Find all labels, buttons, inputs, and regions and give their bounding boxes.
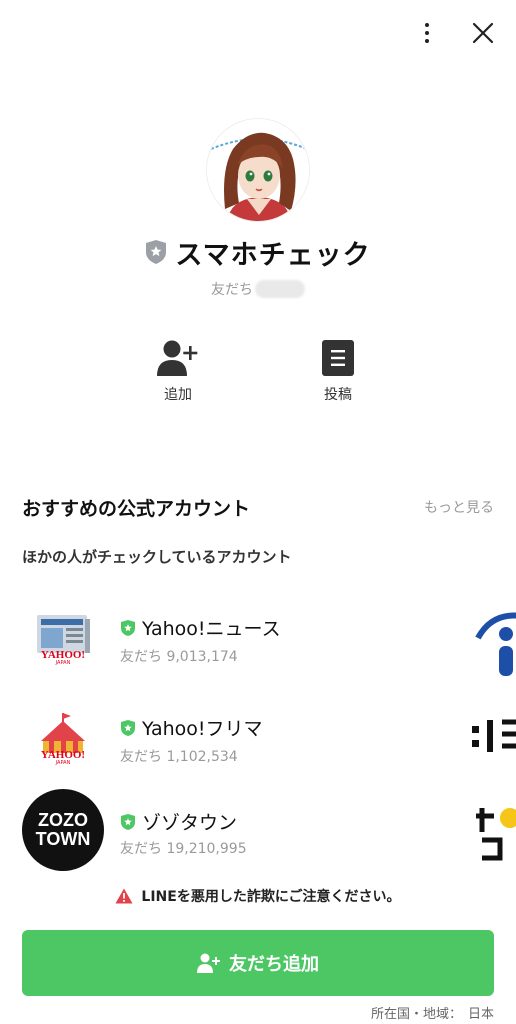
next-card-peek-info[interactable]: [472, 612, 516, 682]
account-name: ゾゾタウン: [142, 812, 238, 834]
partial-logo-icon: [472, 719, 516, 752]
yahoo-logo-sub: JAPAN: [55, 760, 71, 766]
profile-name: スマホチェック: [175, 239, 371, 271]
friend-count: 友だち: [0, 278, 516, 300]
profile-actions: 追加 投稿: [0, 338, 516, 408]
fraud-warning: LINEを悪用した詐欺にご注意ください。: [0, 884, 516, 908]
avatar[interactable]: [206, 118, 310, 222]
more-vertical-icon[interactable]: [410, 18, 444, 48]
region-info: 所在国・地域： 日本: [371, 1003, 494, 1022]
account-name: Yahoo!フリマ: [142, 718, 263, 740]
account-item-yahoo-furima[interactable]: YAHOO! JAPAN Yahoo!フリマ 友だち 1,102,534: [0, 704, 516, 784]
add-friend-label: 友だち追加: [229, 954, 319, 975]
account-friends: 友だち 1,102,534: [120, 749, 238, 765]
recommend-title: おすすめの公式アカウント: [22, 497, 251, 520]
next-card-peek-3[interactable]: [472, 802, 516, 864]
add-friend-icon: [157, 340, 198, 376]
add-action-button[interactable]: 追加: [138, 338, 218, 404]
account-friends: 友だち 19,210,995: [120, 841, 247, 857]
account-friends: 友だち 9,013,174: [120, 649, 238, 665]
account-name: Yahoo!ニュース: [142, 618, 281, 640]
top-bar: [0, 0, 516, 64]
recommend-header: おすすめの公式アカウント もっと見る: [22, 492, 494, 522]
posts-action-button[interactable]: 投稿: [298, 338, 378, 404]
close-icon[interactable]: [466, 16, 500, 50]
yahoo-furima-logo: [22, 704, 104, 784]
yahoo-wordmark-1: YAHOO! JAPAN: [38, 650, 88, 666]
verified-shield-icon: [121, 719, 135, 736]
yahoo-news-logo: [22, 604, 104, 684]
friend-count-label: 友だち: [211, 282, 253, 298]
account-name-line: Yahoo!ニュース: [120, 614, 281, 641]
zozotown-logo: ZOZO TOWN: [22, 789, 104, 871]
add-action-label: 追加: [164, 387, 192, 403]
anime-girl-avatar-icon: [207, 119, 309, 221]
see-more-link[interactable]: もっと見る: [424, 497, 494, 517]
posts-icon: [322, 340, 354, 376]
posts-action-label: 投稿: [324, 387, 352, 403]
account-name-line: ゾゾタウン: [120, 808, 237, 835]
warning-text: LINEを悪用した詐欺にご注意ください。: [141, 889, 401, 905]
account-item-yahoo-news[interactable]: YAHOO! JAPAN Yahoo!ニュース 友だち 9,013,174: [0, 604, 516, 684]
recommend-subtitle: ほかの人がチェックしているアカウント: [22, 548, 292, 566]
account-item-zozotown[interactable]: ZOZO TOWN ゾゾタウン 友だち 19,210,995: [0, 789, 516, 871]
add-friend-button[interactable]: 友だち追加: [22, 930, 494, 996]
next-card-peek-2[interactable]: [472, 712, 516, 782]
town-logo-text: TOWN: [35, 829, 91, 849]
account-name-line: Yahoo!フリマ: [120, 714, 263, 741]
zozo-logo-text: ZOZO: [38, 810, 88, 831]
friend-count-redacted: [255, 280, 305, 298]
verified-shield-icon: [121, 813, 135, 830]
zozotown-circle: ZOZO TOWN: [22, 789, 104, 871]
profile-name-row: スマホチェック: [0, 232, 516, 272]
yahoo-logo-sub: JAPAN: [55, 660, 71, 666]
add-friend-icon: [197, 953, 220, 973]
region-value: 日本: [467, 1007, 494, 1022]
info-logo-icon: [475, 612, 516, 676]
shield-badge-icon: [146, 240, 167, 264]
warning-triangle-icon: [115, 888, 133, 904]
partial-logo-icon-2: [476, 808, 516, 861]
yahoo-wordmark-2: YAHOO! JAPAN: [38, 750, 88, 766]
region-label: 所在国・地域：: [370, 1007, 462, 1022]
verified-shield-icon: [121, 619, 135, 636]
